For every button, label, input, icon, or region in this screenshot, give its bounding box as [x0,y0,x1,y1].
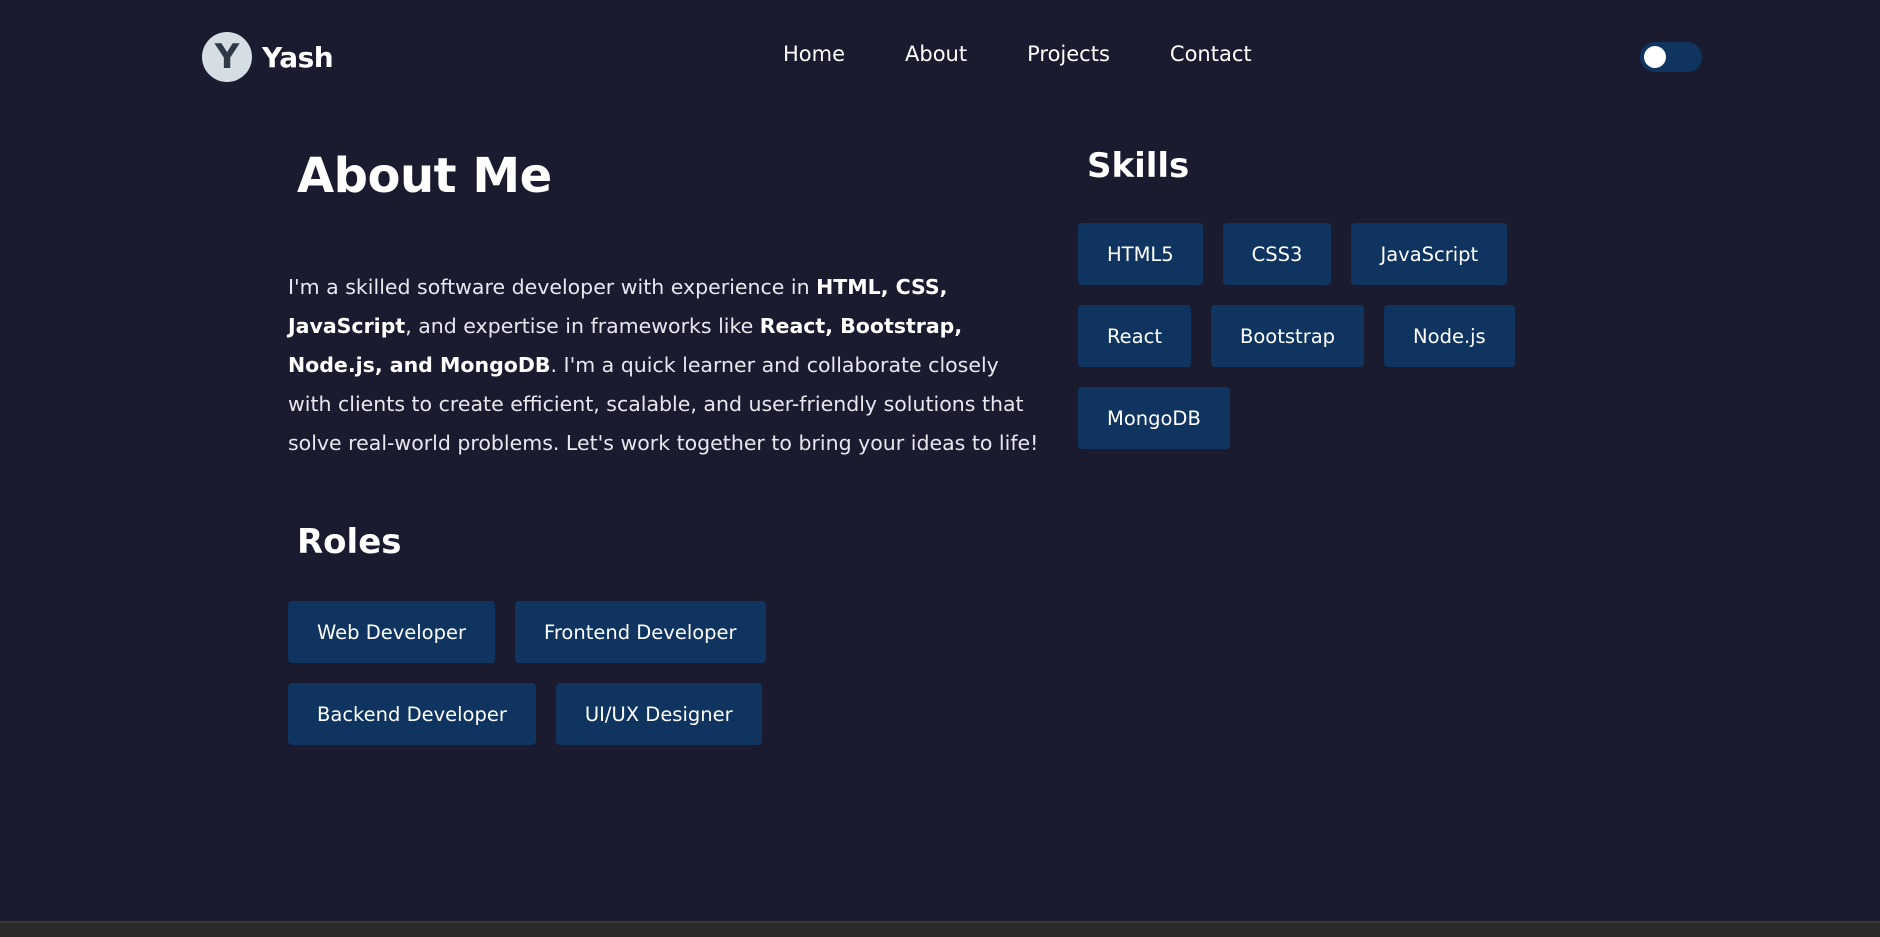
role-chip-uiux-designer[interactable]: UI/UX Designer [555,683,762,745]
toggle-knob [1644,46,1666,68]
skills-title: Skills [1087,146,1190,186]
skill-chip-react[interactable]: React [1078,305,1191,367]
about-text-part: , and expertise in frameworks like [405,314,760,338]
nav-link-contact[interactable]: Contact [1170,42,1252,66]
portfolio-page: Y Yash Home About Projects Contact About… [0,0,1880,937]
skill-chip-html5[interactable]: HTML5 [1078,223,1203,285]
logo-avatar: Y [202,32,252,82]
roles-title: Roles [297,522,402,562]
about-text-part: I'm a skilled software developer with ex… [288,275,817,299]
brand-name: Yash [262,40,334,74]
nav-links: Home About Projects Contact [783,42,1252,66]
skill-chip-css3[interactable]: CSS3 [1222,223,1332,285]
about-paragraph: I'm a skilled software developer with ex… [288,268,1048,463]
role-chip-backend-developer[interactable]: Backend Developer [288,683,536,745]
navbar: Y Yash Home About Projects Contact [0,0,1880,115]
roles-list: Web Developer Frontend Developer Backend… [288,601,1028,745]
theme-toggle[interactable] [1640,42,1702,72]
skill-chip-nodejs[interactable]: Node.js [1384,305,1515,367]
nav-link-projects[interactable]: Projects [1027,42,1110,66]
about-title: About Me [297,148,552,204]
skills-list: HTML5 CSS3 JavaScript React Bootstrap No… [1078,223,1518,449]
role-chip-web-developer[interactable]: Web Developer [288,601,496,663]
brand-logo[interactable]: Y Yash [202,32,334,82]
role-chip-frontend-developer[interactable]: Frontend Developer [515,601,766,663]
skill-chip-bootstrap[interactable]: Bootstrap [1211,305,1365,367]
skill-chip-javascript[interactable]: JavaScript [1351,223,1508,285]
skill-chip-mongodb[interactable]: MongoDB [1078,387,1230,449]
nav-link-home[interactable]: Home [783,42,845,66]
nav-link-about[interactable]: About [905,42,967,66]
window-bottom-edge [0,921,1880,937]
